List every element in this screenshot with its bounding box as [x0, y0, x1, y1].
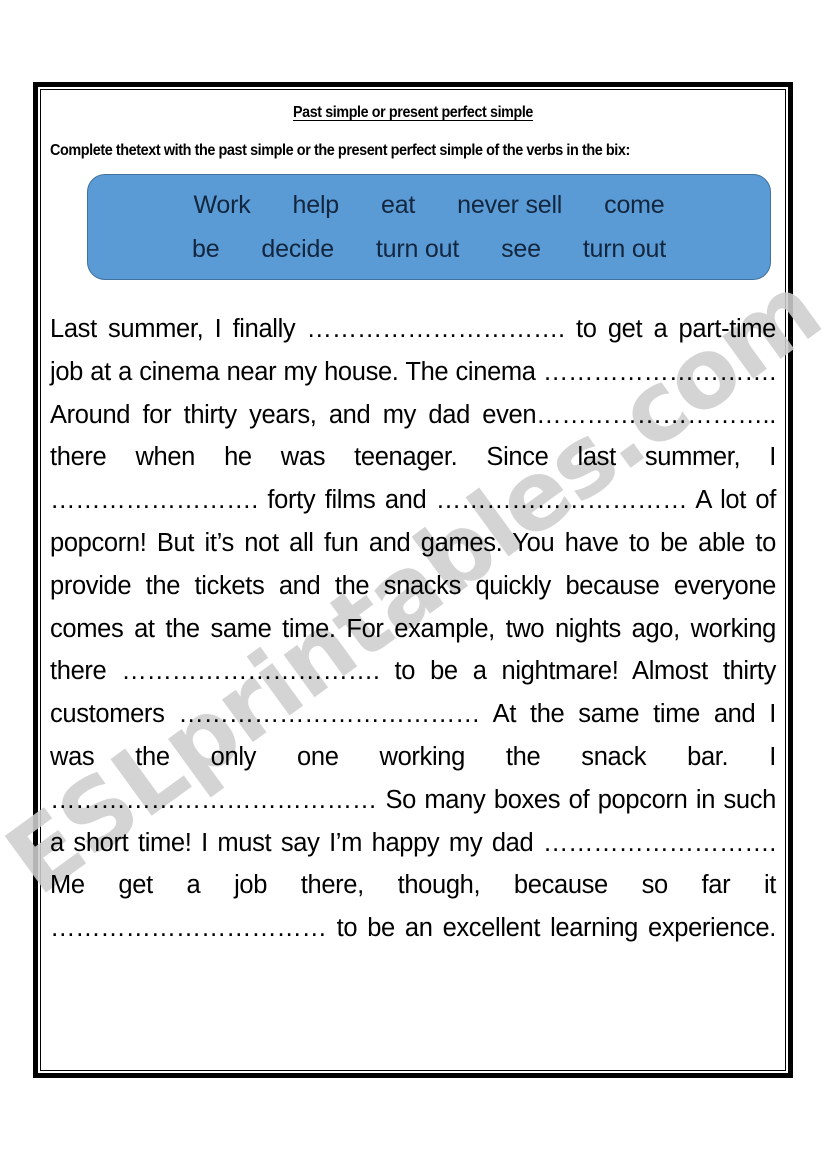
word-bank-item[interactable]: be [192, 235, 220, 264]
worksheet-content: Past simple or present perfect simple Co… [41, 90, 785, 1070]
word-bank-item[interactable]: eat [381, 191, 415, 220]
word-bank-item[interactable]: never sell [457, 191, 562, 220]
page-title-text: Past simple or present perfect simple [292, 104, 533, 121]
word-bank-item[interactable]: come [604, 191, 665, 220]
word-bank-row-1: Work help eat never sell come [88, 183, 770, 227]
instruction-text: Complete thetext with the past simple or… [50, 142, 630, 159]
word-bank-box: Work help eat never sell come be decide … [87, 174, 771, 280]
word-bank-item[interactable]: decide [261, 235, 334, 264]
word-bank-item[interactable]: help [293, 191, 340, 220]
word-bank-item[interactable]: Work [193, 191, 250, 220]
word-bank-row-2: be decide turn out see turn out [88, 227, 770, 271]
exercise-paragraph[interactable]: Last summer, I finally …………………………. to ge… [50, 308, 776, 993]
page-title: Past simple or present perfect simple [71, 104, 755, 122]
word-bank-item[interactable]: turn out [376, 235, 459, 264]
word-bank-item[interactable]: turn out [583, 235, 666, 264]
word-bank-item[interactable]: see [501, 235, 541, 264]
worksheet-page: ESLprintables.com Past simple or present… [0, 0, 826, 1169]
